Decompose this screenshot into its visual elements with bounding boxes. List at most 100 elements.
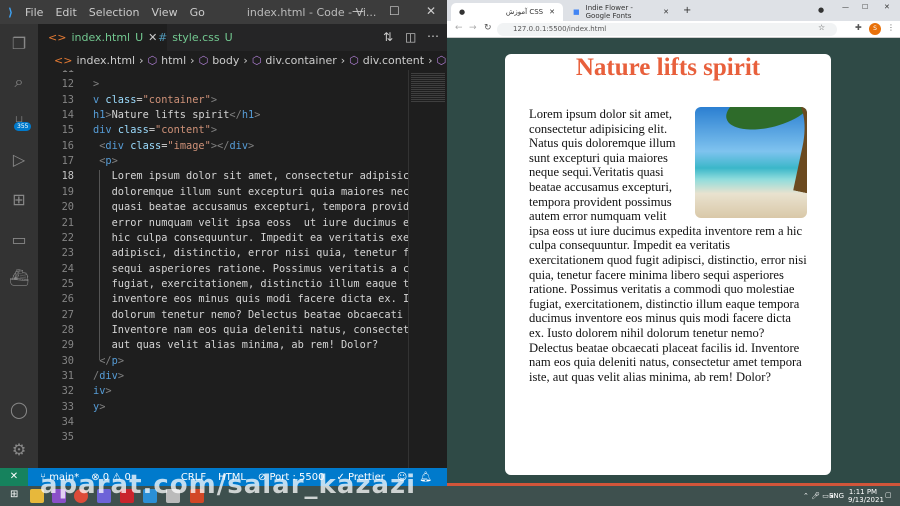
breadcrumb-item[interactable]: div.container xyxy=(265,54,336,67)
code-line[interactable]: doloremque illum sunt excepturi quia mai… xyxy=(93,186,408,198)
code-line[interactable]: adipisci, distinctio, error nisi quia, t… xyxy=(93,247,408,259)
minimize-icon[interactable]: — xyxy=(352,4,364,18)
code-line[interactable]: <p> xyxy=(93,155,118,167)
line-number: 31 xyxy=(61,370,74,382)
code-line[interactable]: Lorem ipsum dolor sit amet, consectetur … xyxy=(93,170,408,182)
breadcrumb-item[interactable]: body xyxy=(212,54,239,67)
minimap[interactable] xyxy=(408,70,447,468)
notifications-icon[interactable]: 🔔︎ xyxy=(419,472,432,483)
extensions-icon[interactable]: ⊞ xyxy=(9,190,29,210)
notification-center-icon[interactable]: ▢ xyxy=(885,491,892,499)
line-number: 20 xyxy=(61,201,74,214)
breadcrumb-item[interactable]: html xyxy=(161,54,186,67)
settings-gear-icon[interactable]: ⚙ xyxy=(9,440,29,460)
code-line[interactable]: iv> xyxy=(93,385,112,397)
line-number: 26 xyxy=(61,293,74,306)
remote-icon[interactable]: ✕ xyxy=(0,468,28,486)
code-line[interactable]: hic culpa consequuntur. Impedit ea verit… xyxy=(93,232,408,244)
profile-avatar[interactable]: S xyxy=(869,23,881,35)
bookmark-star-icon[interactable]: ☆ xyxy=(818,23,825,32)
tab-label: Indie Flower - Google Fonts xyxy=(585,4,633,20)
new-tab-icon[interactable]: + xyxy=(683,5,691,16)
code-line[interactable]: quasi beatae accusamus excepturi, tempor… xyxy=(93,201,408,213)
breadcrumb-separator: › xyxy=(190,54,195,67)
code-line[interactable]: inventore eos minus quis modi facere dic… xyxy=(93,293,408,305)
maximize-icon[interactable]: ☐ xyxy=(862,3,868,11)
code-line[interactable]: > xyxy=(93,78,99,90)
code-line[interactable]: dolorum tenetur nemo? Delectus beatae ob… xyxy=(93,309,408,321)
remote-explorer-icon[interactable]: ▭ xyxy=(9,230,29,250)
minimize-icon[interactable]: — xyxy=(842,3,849,11)
editor-tabs: <> index.html U ✕ # style.css U ⇅ ◫ ⋯ xyxy=(38,24,447,51)
split-editor-icon[interactable]: ◫ xyxy=(405,30,416,44)
globe-icon: ● xyxy=(459,8,466,16)
run-debug-icon[interactable]: ▷ xyxy=(9,150,29,170)
menu-edit[interactable]: Edit xyxy=(55,6,76,19)
more-actions-icon[interactable]: ⋯ xyxy=(427,29,439,43)
menu-file[interactable]: File xyxy=(25,6,43,19)
extension-icon[interactable]: ● xyxy=(818,6,824,14)
extensions-puzzle-icon[interactable]: ✚ xyxy=(855,23,862,32)
code-line[interactable]: div class="content"> xyxy=(93,124,217,136)
line-number: 12 xyxy=(61,78,74,91)
back-icon[interactable]: ← xyxy=(455,23,463,33)
close-tab-icon[interactable]: ✕ xyxy=(549,8,555,16)
content-container: Nature lifts spirit Lorem ipsum dolor si… xyxy=(505,54,831,475)
scm-badge: 355 xyxy=(14,122,32,131)
code-line[interactable]: fugiat, exercitationem, distinctio illum… xyxy=(93,278,408,290)
docker-icon[interactable]: ⛴ xyxy=(9,268,29,288)
tab-status: U xyxy=(135,31,144,44)
code-line[interactable]: y> xyxy=(93,401,105,413)
element-icon: ⬡ xyxy=(198,54,209,67)
explorer-icon[interactable]: ❐ xyxy=(9,34,29,54)
breadcrumb-item[interactable]: div.content xyxy=(363,54,424,67)
clock[interactable]: 1:11 PM 9/13/2021 xyxy=(848,488,884,504)
line-number: 17 xyxy=(61,155,74,168)
menu-view[interactable]: View xyxy=(151,6,177,19)
breadcrumb-item[interactable]: index.html xyxy=(76,54,135,67)
maximize-icon[interactable]: ☐ xyxy=(389,4,400,18)
code-line[interactable]: h1>Nature lifts spirit</h1> xyxy=(93,109,260,121)
forward-icon[interactable]: → xyxy=(469,23,477,33)
browser-tab-strip: ● آموزش CSS ✕ ■ Indie Flower - Google Fo… xyxy=(447,0,900,21)
code-line[interactable]: error numquam velit ipsa eoss ut iure du… xyxy=(93,217,408,229)
line-number: 30 xyxy=(61,354,74,367)
menu-go[interactable]: Go xyxy=(190,6,205,19)
search-icon[interactable]: ⌕ xyxy=(9,72,29,92)
line-number: 34 xyxy=(61,416,74,429)
line-number: 22 xyxy=(61,231,74,244)
close-icon[interactable]: ✕ xyxy=(884,3,890,11)
code-editor[interactable]: 11 12 >13 v class="container"> 14 h1>Nature l… xyxy=(38,70,408,468)
open-changes-icon[interactable]: ⇅ xyxy=(383,30,393,44)
line-number: 14 xyxy=(61,109,74,122)
close-icon[interactable]: ✕ xyxy=(426,4,436,18)
code-line[interactable]: Inventore nam eos quia deleniti natus, c… xyxy=(93,324,408,336)
account-icon[interactable]: ◯ xyxy=(9,400,29,420)
close-tab-icon[interactable]: ✕ xyxy=(663,8,669,16)
tab-label: index.html xyxy=(71,31,131,44)
tab-label: style.css xyxy=(172,31,220,44)
language-indicator[interactable]: ENG xyxy=(829,492,844,500)
line-number: 11 xyxy=(38,70,74,75)
code-line[interactable]: <div class="image"></div> xyxy=(93,140,254,152)
code-line[interactable]: </p> xyxy=(93,355,124,367)
code-line[interactable]: v class="container"> xyxy=(93,94,217,106)
browser-tab-active[interactable]: ● آموزش CSS ✕ xyxy=(451,3,563,21)
element-icon: ⬡ xyxy=(436,54,447,67)
menu-selection[interactable]: Selection xyxy=(89,6,140,19)
code-line[interactable]: aut quas velit alias minima, ab rem! Dol… xyxy=(93,339,379,351)
line-number: 15 xyxy=(61,124,74,137)
line-number: 18 xyxy=(61,170,74,183)
reload-icon[interactable]: ↻ xyxy=(484,23,492,33)
windows-start-icon[interactable]: ⊞ xyxy=(10,489,18,500)
menu-kebab-icon[interactable]: ⋮ xyxy=(887,23,895,32)
code-line[interactable]: /div> xyxy=(93,370,124,382)
line-number: 23 xyxy=(61,247,74,260)
line-number: 33 xyxy=(61,400,74,413)
browser-tab[interactable]: ■ Indie Flower - Google Fonts ✕ xyxy=(565,3,677,21)
line-number: 28 xyxy=(61,323,74,336)
title-bar: ⟩ File Edit Selection View Go index.html… xyxy=(0,0,447,24)
url-input[interactable]: 127.0.0.1:5500/index.html xyxy=(497,23,837,36)
tab-style-css[interactable]: # style.css U xyxy=(148,24,243,51)
code-line[interactable]: sequi asperiores ratione. Possimus verit… xyxy=(93,263,408,275)
